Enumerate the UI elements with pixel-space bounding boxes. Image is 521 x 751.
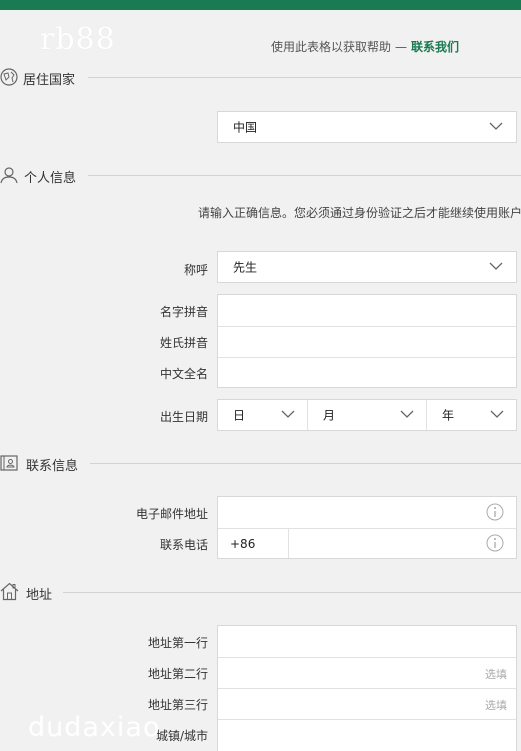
dob-field-group: 日 月 年 (217, 399, 517, 431)
last-name-input[interactable] (218, 327, 516, 357)
section-residence: 居住国家 (0, 66, 521, 90)
help-line: 使用此表格以获取帮助 — 联系我们 (271, 38, 459, 55)
address-line3-input[interactable]: 选填 (218, 689, 516, 719)
contact-card-icon (0, 454, 18, 472)
chevron-down-icon (489, 122, 503, 130)
dob-month-select[interactable]: 月 (308, 400, 426, 430)
house-icon (0, 582, 19, 601)
country-select[interactable]: 中国 (217, 111, 517, 143)
name-field-group (217, 294, 517, 388)
phone-input[interactable] (289, 529, 516, 558)
optional-placeholder: 选填 (485, 699, 507, 712)
address-line1-label: 地址第一行 (147, 636, 208, 650)
dob-month-value: 月 (323, 408, 336, 423)
chinese-name-label: 中文全名 (159, 367, 208, 381)
salutation-select[interactable]: 先生 (217, 251, 517, 283)
first-name-label: 名字拼音 (159, 305, 208, 319)
dob-day-select[interactable]: 日 (218, 400, 307, 430)
salutation-select-value: 先生 (233, 260, 258, 275)
section-title: 个人信息 (24, 171, 77, 186)
section-title: 地址 (26, 588, 53, 603)
phone-prefix-field[interactable]: +86 (218, 529, 288, 558)
dob-day-value: 日 (233, 408, 246, 423)
address-line2-input[interactable]: 选填 (218, 658, 516, 688)
chevron-down-icon (489, 262, 503, 270)
email-label: 电子邮件地址 (135, 507, 208, 521)
section-title: 联系信息 (26, 459, 79, 474)
dob-year-select[interactable]: 年 (427, 400, 516, 430)
last-name-label: 姓氏拼音 (159, 336, 208, 350)
verification-notice: 请输入正确信息。您必须通过身份验证之后才能继续使用账户 (198, 206, 521, 220)
country-select-value: 中国 (233, 120, 258, 135)
phone-label: 联系电话 (159, 538, 208, 552)
help-dash: — (395, 40, 408, 54)
chinese-name-input[interactable] (218, 358, 516, 388)
section-title: 居住国家 (23, 73, 76, 88)
watermark-top: rb88 (40, 22, 116, 57)
section-contact: 联系信息 (0, 452, 521, 476)
section-divider (63, 592, 521, 593)
chevron-down-icon (490, 410, 504, 418)
address-line2-label: 地址第二行 (147, 667, 208, 681)
section-divider (88, 77, 521, 78)
city-input[interactable] (218, 720, 516, 751)
watermark-bottom: dudaxiao (28, 712, 161, 743)
section-divider (88, 175, 521, 176)
person-icon (0, 166, 18, 184)
contact-us-link[interactable]: 联系我们 (411, 40, 459, 54)
top-brand-bar (0, 0, 521, 10)
help-text: 使用此表格以获取帮助 (271, 40, 392, 54)
address-line1-input[interactable] (218, 626, 516, 657)
contact-field-group: +86 (217, 496, 517, 559)
first-name-input[interactable] (218, 295, 516, 326)
section-personal: 个人信息 (0, 164, 521, 188)
info-icon[interactable] (486, 503, 504, 521)
section-address: 地址 (0, 581, 521, 605)
email-input[interactable] (218, 497, 516, 528)
dob-label: 出生日期 (159, 410, 208, 424)
chevron-down-icon (400, 410, 414, 418)
globe-icon (0, 68, 18, 86)
address-field-group: 选填 选填 (217, 625, 517, 751)
chevron-down-icon (281, 410, 295, 418)
address-line3-label: 地址第三行 (147, 698, 208, 712)
dob-year-value: 年 (442, 408, 455, 423)
optional-placeholder: 选填 (485, 668, 507, 681)
info-icon[interactable] (486, 534, 504, 552)
phone-prefix-value: +86 (230, 536, 256, 551)
section-divider (90, 463, 521, 464)
salutation-label: 称呼 (183, 263, 208, 277)
